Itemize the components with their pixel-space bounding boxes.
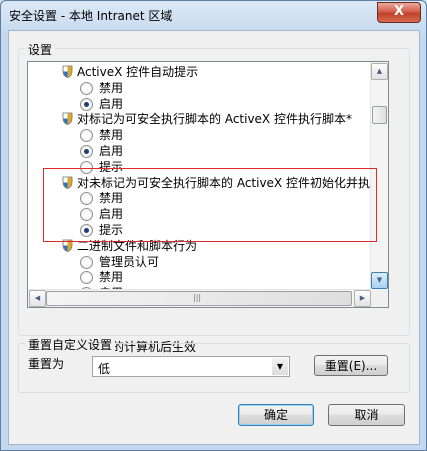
setting-option[interactable]: 禁用 (80, 127, 200, 143)
reset-to-label: 重置为 (28, 357, 65, 371)
scroll-corner (371, 290, 388, 307)
setting-option-label: 启用 (99, 96, 124, 111)
vertical-scroll-thumb[interactable] (372, 106, 387, 124)
setting-option-label: 禁用 (99, 128, 124, 143)
setting-header[interactable]: ActiveX 控件自动提示 (62, 64, 388, 80)
scroll-left-icon[interactable]: ◀ (29, 290, 46, 307)
shield-icon (62, 112, 73, 126)
reset-group-label: 重置自定义设置 (25, 336, 116, 353)
setting-header-label: ActiveX 控件自动提示 (77, 65, 199, 79)
setting-option-label: 管理员认可 (99, 254, 160, 269)
chevron-down-icon[interactable]: ▼ (272, 358, 288, 375)
grip-icon: ||| (193, 293, 202, 302)
setting-option[interactable]: 管理员认可 (80, 254, 200, 270)
radio-button[interactable] (80, 145, 93, 158)
radio-button[interactable] (80, 271, 93, 285)
settings-group-label: 设置 (25, 41, 56, 58)
setting-option[interactable]: 禁用 (80, 269, 200, 285)
ok-button[interactable]: 确定 (238, 404, 314, 426)
scroll-up-icon[interactable]: ▲ (371, 63, 388, 80)
reset-level-select[interactable]: 低 ▼ (92, 356, 290, 377)
cancel-button[interactable]: 取消 (328, 404, 405, 426)
setting-header[interactable]: 对标记为可安全执行脚本的 ActiveX 控件执行脚本* (62, 111, 388, 127)
close-button[interactable]: X (377, 2, 421, 23)
setting-option-label: 禁用 (99, 270, 124, 285)
radio-button[interactable] (80, 81, 93, 95)
scroll-right-icon[interactable]: ▶ (354, 290, 371, 307)
title-bar[interactable]: 安全设置 - 本地 Intranet 区域 X (1, 1, 426, 29)
highlight-box (43, 168, 377, 242)
radio-button[interactable] (80, 129, 93, 143)
reset-level-value: 低 (98, 362, 111, 376)
horizontal-scroll-thumb[interactable]: ||| (46, 291, 352, 306)
horizontal-scrollbar[interactable]: ◀ ||| ▶ (28, 289, 371, 307)
setting-option[interactable]: 启用 (80, 143, 200, 159)
shield-icon (62, 65, 73, 78)
radio-button[interactable] (80, 97, 93, 111)
setting-option-label: 禁用 (99, 80, 124, 95)
setting-header-label: 对标记为可安全执行脚本的 ActiveX 控件执行脚本* (77, 112, 352, 127)
radio-button[interactable] (80, 255, 93, 269)
scroll-down-icon[interactable]: ▼ (371, 272, 388, 289)
setting-option[interactable]: 启用 (80, 96, 200, 112)
reset-button[interactable]: 重置(E)... (314, 355, 388, 376)
security-settings-window: 安全设置 - 本地 Intranet 区域 X 设置 *在重新启动你的计算机后生… (0, 0, 427, 451)
window-title: 安全设置 - 本地 Intranet 区域 (9, 9, 173, 23)
setting-option[interactable]: 禁用 (80, 80, 200, 96)
setting-option-label: 启用 (99, 144, 124, 158)
